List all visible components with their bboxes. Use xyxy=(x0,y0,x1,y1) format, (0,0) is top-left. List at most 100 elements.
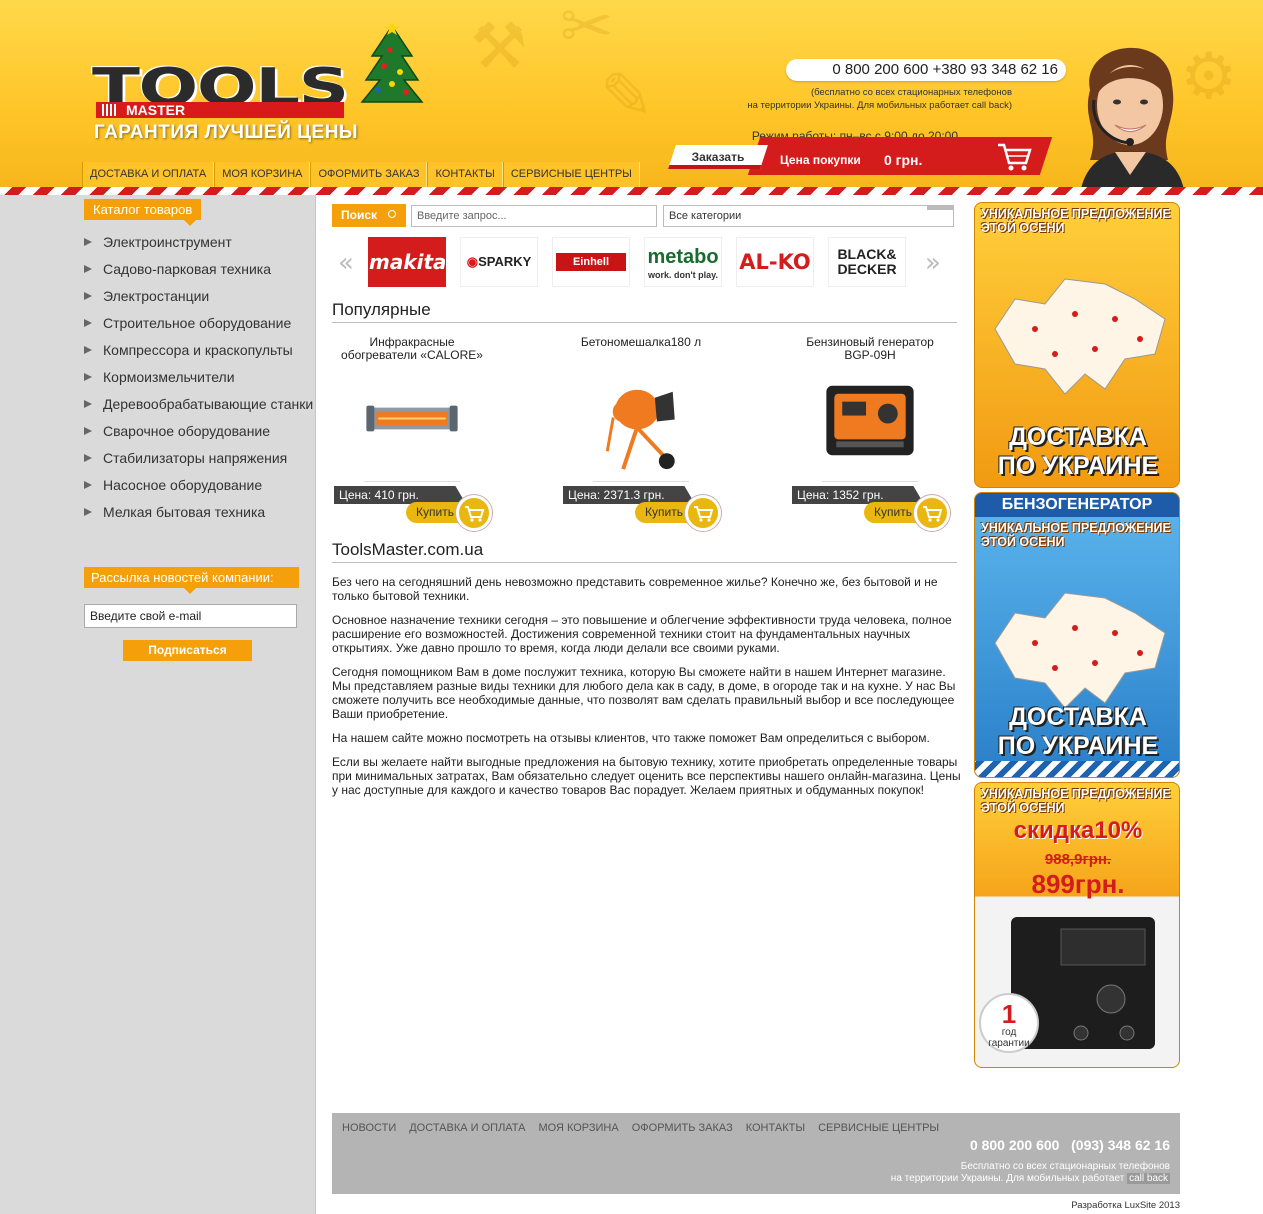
newsletter-email-input[interactable] xyxy=(84,604,297,628)
footer-nav-checkout[interactable]: ОФОРМИТЬ ЗАКАЗ xyxy=(632,1122,733,1134)
footer-nav-delivery[interactable]: ДОСТАВКА И ОПЛАТА xyxy=(409,1122,525,1134)
footer-phones: 0 800 200 600 (093) 348 62 16 xyxy=(969,1137,1170,1153)
banner-delivery[interactable]: УНИКАЛЬНОЕ ПРЕДЛОЖЕНИЕ ЭТОЙ ОСЕНИ ДОСТАВК… xyxy=(974,202,1180,488)
product-card[interactable]: Бетономешалка180 л Цена: 2371.3 грн. Куп… xyxy=(561,334,721,534)
delivery-line-2: ПО УКРАИНЕ xyxy=(997,452,1159,480)
order-button[interactable]: Заказать xyxy=(668,145,768,169)
top-navigation: ДОСТАВКА И ОПЛАТА МОЯ КОРЗИНА ОФОРМИТЬ З… xyxy=(82,162,640,187)
catalog-item-garden[interactable]: Садово-парковая техника xyxy=(84,259,313,286)
catalog-item-generators[interactable]: Электростанции xyxy=(84,286,313,313)
add-to-cart-icon[interactable] xyxy=(914,495,950,531)
about-paragraph: Сегодня помощником Вам в доме послужит т… xyxy=(332,665,956,721)
nav-my-cart[interactable]: МОЯ КОРЗИНА xyxy=(214,162,311,187)
product-image-heater[interactable] xyxy=(364,362,460,482)
ukraine-map-icon xyxy=(994,592,1166,709)
nav-checkout[interactable]: ОФОРМИТЬ ЗАКАЗ xyxy=(310,162,428,187)
christmas-tree-icon xyxy=(360,22,424,103)
brand-alko[interactable]: AL-KO xyxy=(736,237,814,287)
banner-stripe xyxy=(975,761,1179,777)
cart-total: 0 грн. xyxy=(884,152,923,168)
new-price: 899грн. xyxy=(1031,869,1125,899)
footer-nav-news[interactable]: НОВОСТИ xyxy=(342,1122,396,1134)
brand-makita[interactable]: makita xyxy=(368,237,446,287)
product-name-line-1: Бетономешалка180 л xyxy=(580,335,702,349)
cart-label: Цена покупки xyxy=(780,153,861,167)
catalog-item-woodworking[interactable]: Деревообрабатывающие станки xyxy=(84,394,313,421)
warranty-badge: 1 год гарантии xyxy=(979,993,1039,1053)
brand-black-decker[interactable]: BLACK& DECKER xyxy=(828,237,906,287)
catalog-item-pumps[interactable]: Насосное оборудование xyxy=(84,475,313,502)
catalog-item-construction[interactable]: Строительное оборудование xyxy=(84,313,313,340)
search-input[interactable]: Введите запрос... xyxy=(411,205,657,227)
banner-offer-line-1: УНИКАЛЬНОЕ ПРЕДЛОЖЕНИЕ xyxy=(981,521,1171,535)
brand-metabo[interactable]: metabo work. don't play. xyxy=(644,237,722,287)
banner-offer-line-1: УНИКАЛЬНОЕ ПРЕДЛОЖЕНИЕ xyxy=(981,207,1171,221)
about-text: Без чего на сегодняшний день невозможно … xyxy=(332,575,962,807)
banner-offer-line-1: УНИКАЛЬНОЕ ПРЕДЛОЖЕНИЕ xyxy=(981,787,1171,801)
catalog-item-appliances[interactable]: Мелкая бытовая техника xyxy=(84,502,313,529)
catalog-item-compressors[interactable]: Компрессора и краскопульты xyxy=(84,340,313,367)
catalog-item-power-tools[interactable]: Электроинструмент xyxy=(84,232,313,259)
brand-sparky-label: ◉SPARKY xyxy=(461,238,537,286)
brand-sparky[interactable]: ◉SPARKY xyxy=(460,237,538,287)
add-to-cart-icon[interactable] xyxy=(456,495,492,531)
banner-generator[interactable]: БЕНЗОГЕНЕРАТОР УНИКАЛЬНОЕ ПРЕДЛОЖЕНИЕ ЭТО… xyxy=(974,492,1180,778)
about-title: ToolsMaster.com.ua xyxy=(332,540,957,563)
category-selected-value: Все категории xyxy=(669,210,742,222)
brands-prev-arrow-icon[interactable]: « xyxy=(331,246,361,280)
banner-discount[interactable]: УНИКАЛЬНОЕ ПРЕДЛОЖЕНИЕ ЭТОЙ ОСЕНИ скидка1… xyxy=(974,782,1180,1068)
callback-link[interactable]: call back xyxy=(1127,1173,1170,1184)
discount-label: скидка10% xyxy=(1013,817,1143,844)
nav-delivery[interactable]: ДОСТАВКА И ОПЛАТА xyxy=(82,162,215,187)
select-scroll-indicator xyxy=(927,206,953,210)
about-paragraph: На нашем сайте можно посмотреть на отзыв… xyxy=(332,731,930,745)
shopping-cart-icon[interactable] xyxy=(994,139,1034,173)
phone-note: (бесплатно со всех стационарных телефоно… xyxy=(690,86,1012,112)
product-image-concrete-mixer[interactable] xyxy=(593,362,689,482)
brand-einhell[interactable]: Einhell xyxy=(552,237,630,287)
popular-title: Популярные xyxy=(332,300,957,323)
product-name[interactable]: Бетономешалка180 л xyxy=(561,336,721,349)
catalog-item-stabilizers[interactable]: Стабилизаторы напряжения xyxy=(84,448,313,475)
brands-next-arrow-icon[interactable]: » xyxy=(918,246,948,280)
search-button[interactable]: Поиск xyxy=(332,204,406,227)
banner-offer-line-2: ЭТОЙ ОСЕНИ xyxy=(981,535,1065,549)
product-card[interactable]: Бензиновый генератор BGP-09H Цена: 1352 г… xyxy=(790,334,950,534)
product-name[interactable]: Бензиновый генератор BGP-09H xyxy=(790,336,950,362)
banner-delivery-text: ДОСТАВКА ПО УКРАИНЕ xyxy=(975,423,1179,481)
developer-credits[interactable]: Разработка LuxSite 2013 xyxy=(1030,1200,1180,1211)
banner-offer-line-2: ЭТОЙ ОСЕНИ xyxy=(981,801,1065,815)
category-select[interactable]: Все категории xyxy=(663,205,954,227)
banner-delivery-text: ДОСТАВКА ПО УКРАИНЕ xyxy=(975,703,1179,761)
header-stripe xyxy=(0,187,1263,195)
nav-service-centers[interactable]: СЕРВИСНЫЕ ЦЕНТРЫ xyxy=(502,162,640,187)
about-paragraph: Без чего на сегодняшний день невозможно … xyxy=(332,575,938,603)
phone-note-line-1: (бесплатно со всех стационарных телефоно… xyxy=(810,87,1012,98)
search-icon xyxy=(388,210,396,218)
subscribe-button[interactable]: Подписаться xyxy=(123,640,252,661)
product-name-line-2: BGP-09H xyxy=(844,348,896,362)
old-price: 988,9грн. xyxy=(1044,851,1112,868)
brand-metabo-slogan: work. don't play. xyxy=(648,270,718,280)
product-name[interactable]: Инфракрасные обогреватели «CALORE» xyxy=(332,336,492,362)
footer-note: Бесплатно со всех стационарных телефонов… xyxy=(850,1161,1170,1185)
header-phones[interactable]: 0 800 200 600 +380 93 348 62 16 xyxy=(786,59,1066,81)
banner-offer-text: УНИКАЛЬНОЕ ПРЕДЛОЖЕНИЕ ЭТОЙ ОСЕНИ xyxy=(975,783,1179,819)
banner-offer-text: УНИКАЛЬНОЕ ПРЕДЛОЖЕНИЕ ЭТОЙ ОСЕНИ xyxy=(975,517,1179,553)
add-to-cart-icon[interactable] xyxy=(685,495,721,531)
product-card[interactable]: Инфракрасные обогреватели «CALORE» Цена: … xyxy=(332,334,492,534)
logo-master-text: MASTER xyxy=(126,102,186,118)
nav-contacts[interactable]: КОНТАКТЫ xyxy=(427,162,503,187)
catalog-item-feed-grinders[interactable]: Кормоизмельчители xyxy=(84,367,313,394)
sparky-mark-icon: ◉ xyxy=(466,254,479,269)
footer-nav-contacts[interactable]: КОНТАКТЫ xyxy=(746,1122,805,1134)
product-image-generator[interactable] xyxy=(822,362,918,482)
footer-nav-service-centers[interactable]: СЕРВИСНЫЕ ЦЕНТРЫ xyxy=(818,1122,939,1134)
catalog-title: Каталог товаров xyxy=(84,199,202,226)
delivery-line-2: ПО УКРАИНЕ xyxy=(997,732,1159,760)
footer-nav-my-cart[interactable]: МОЯ КОРЗИНА xyxy=(538,1122,618,1134)
delivery-line-1: ДОСТАВКА xyxy=(1009,423,1147,451)
support-operator-avatar xyxy=(1080,47,1185,195)
catalog-item-welding[interactable]: Сварочное оборудование xyxy=(84,421,313,448)
banner-offer-text: УНИКАЛЬНОЕ ПРЕДЛОЖЕНИЕ ЭТОЙ ОСЕНИ xyxy=(975,203,1179,239)
